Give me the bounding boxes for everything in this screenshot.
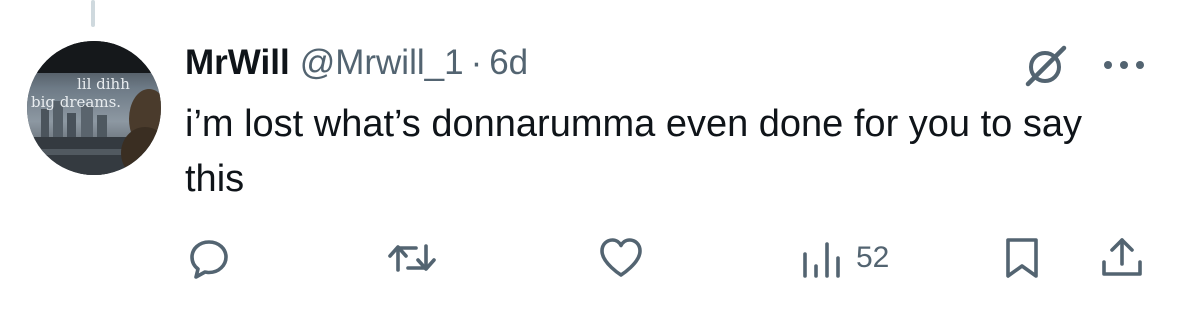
avatar[interactable]: lil dihh big dreams. [27,41,161,175]
thread-connector-line [91,0,95,27]
reply-button[interactable] [185,233,233,283]
share-button[interactable] [1098,233,1146,283]
bookmark-button[interactable] [1000,233,1044,283]
display-name[interactable]: MrWill [185,43,290,83]
comment-bubble-icon [190,240,228,279]
header-separator: · [470,43,483,82]
user-handle[interactable]: @Mrwill_1 [300,43,464,83]
like-button[interactable] [596,233,646,283]
tweet-timestamp[interactable]: 6d [489,43,528,83]
views-button[interactable]: 52 [800,233,889,283]
tweet-text: i’m lost what’s donnarumma even done for… [185,103,1082,200]
retweet-button[interactable] [384,233,440,283]
avatar-image: lil dihh big dreams. [27,41,161,175]
avatar-text-line1: lil dihh [77,75,130,93]
tweet-header: MrWill @Mrwill_1 · 6d [185,38,528,88]
share-upload-icon [1102,238,1142,276]
views-count: 52 [856,241,890,274]
avatar-text-line2: big dreams. [31,93,121,111]
bookmark-icon [1006,238,1038,278]
grok-slash-icon[interactable] [1022,43,1068,89]
bar-chart-icon [803,242,840,278]
heart-icon [600,238,642,277]
retweet-icon [388,244,436,272]
more-dots-icon[interactable] [1100,52,1148,78]
